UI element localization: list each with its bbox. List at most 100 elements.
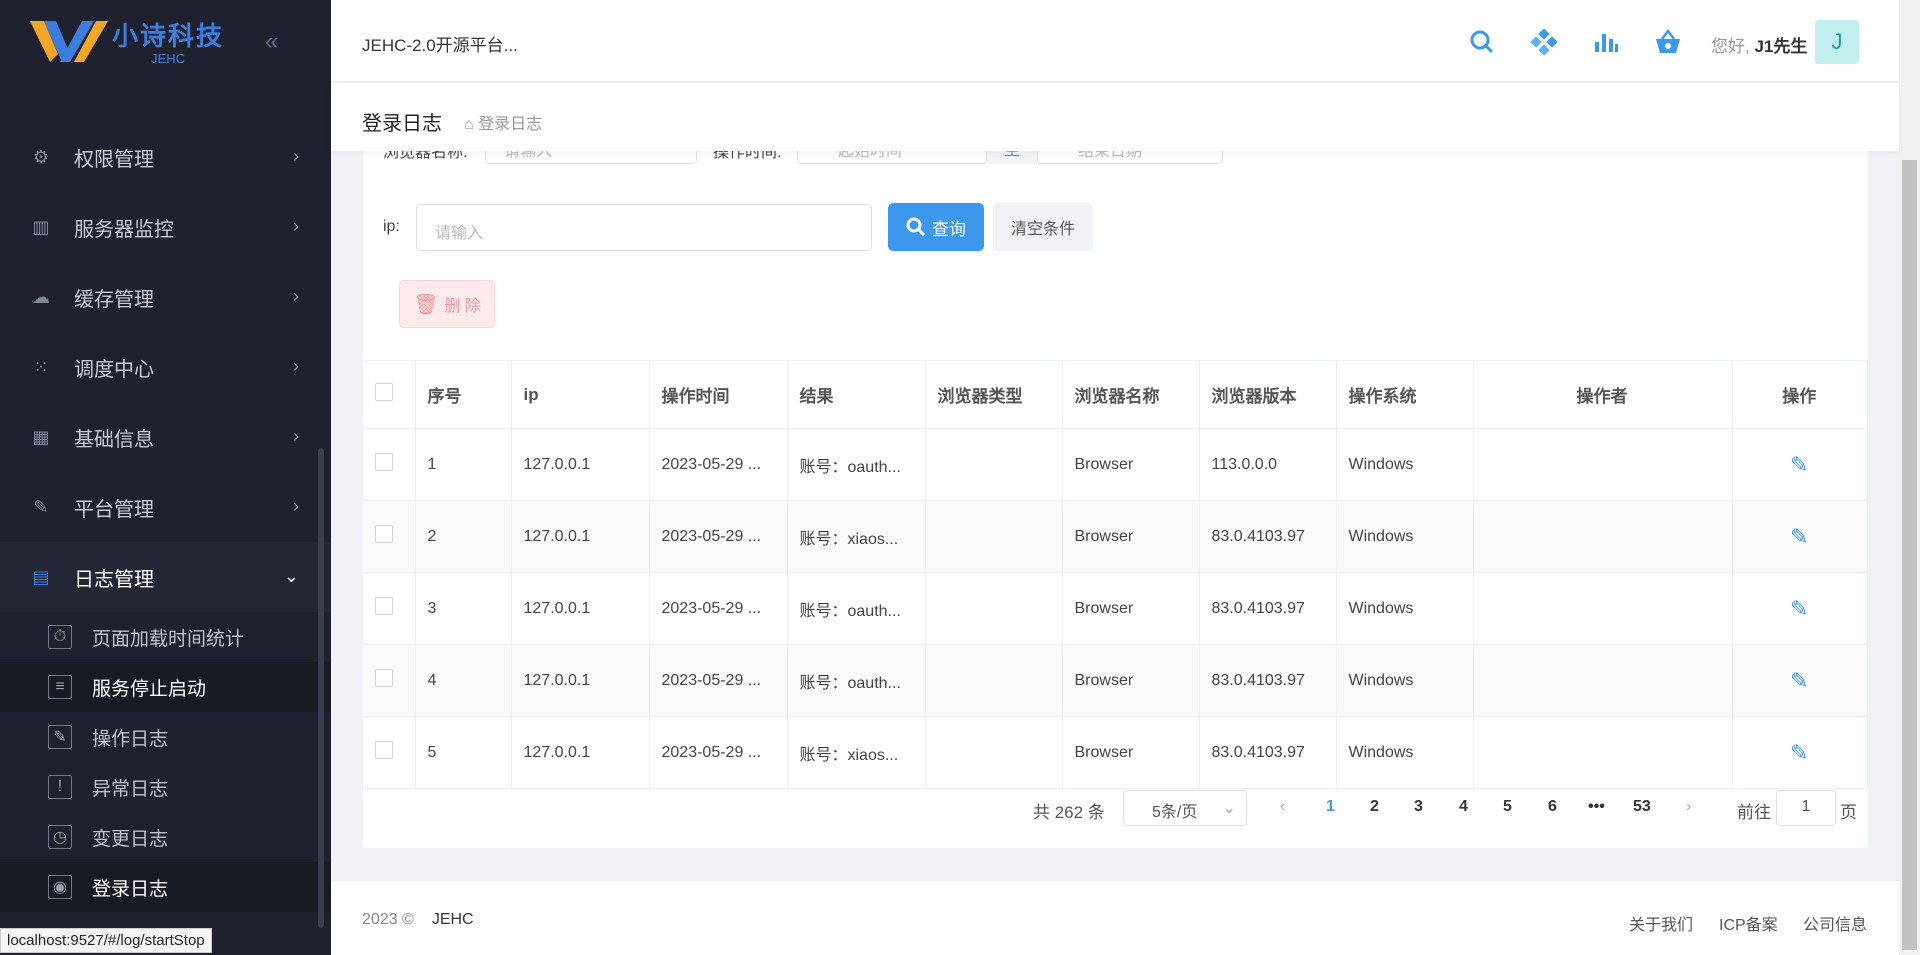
cell-actions: ✎	[1732, 428, 1868, 501]
exclamation-icon: !	[48, 775, 72, 799]
next-page-icon[interactable]: ›	[1686, 798, 1691, 816]
home-icon[interactable]: ⌂	[464, 116, 474, 133]
col-header-operator: 操作者	[1473, 360, 1733, 429]
basket-icon[interactable]	[1651, 25, 1685, 59]
row-checkbox-cell	[363, 428, 416, 501]
sidebar-subitem-login-log[interactable]: ◉ 登录日志	[0, 862, 331, 912]
footer: 2023 © JEHC 关于我们 ICP备案 公司信息	[331, 880, 1899, 955]
edit-icon[interactable]: ✎	[1790, 596, 1808, 621]
ip-input[interactable]: 请输入	[416, 204, 872, 251]
goto-label: 前往	[1737, 803, 1771, 822]
total-count: 共 262 条	[1033, 803, 1105, 822]
top-header: JEHC-2.0开源平台... 您好, J1先生 J	[331, 0, 1920, 82]
page-title: 登录日志	[362, 113, 442, 135]
copyright-year: 2023 ©	[362, 911, 414, 928]
cell-browser-version: 113.0.0.0	[1199, 428, 1337, 501]
query-button-label: 查询	[932, 219, 966, 239]
search-icon	[906, 217, 926, 237]
prev-page-icon[interactable]: ‹	[1280, 798, 1285, 816]
avatar[interactable]: J	[1815, 20, 1859, 64]
col-header-browser-name: 浏览器名称	[1062, 360, 1200, 429]
cell-ip: 127.0.0.1	[511, 572, 650, 645]
page-ellipsis[interactable]: •••	[1588, 798, 1605, 816]
page-number[interactable]: 5	[1503, 798, 1512, 816]
cell-result: 账号：xiaos...	[787, 500, 926, 573]
cell-browser-name: Browser	[1062, 500, 1200, 573]
clipboard-clock-icon: ⏱	[48, 625, 72, 649]
row-checkbox-cell	[363, 716, 416, 789]
cell-ip: 127.0.0.1	[511, 716, 650, 789]
row-checkbox[interactable]	[375, 669, 393, 687]
sidebar-subitem-change-log[interactable]: ◷ 变更日志	[0, 812, 331, 862]
edit-icon[interactable]: ✎	[1790, 524, 1808, 549]
footer-link-about[interactable]: 关于我们	[1629, 911, 1693, 935]
cell-actions: ✎	[1732, 644, 1868, 717]
table-row[interactable]: 5 127.0.0.1 2023-05-29 ... 账号：xiaos... B…	[363, 716, 1868, 789]
sidebar-item-cache[interactable]: ☁ 缓存管理 ›	[0, 262, 331, 332]
page-number[interactable]: 6	[1548, 798, 1557, 816]
page-number[interactable]: 3	[1414, 798, 1423, 816]
sidebar-item-permission[interactable]: ⚙ 权限管理 ›	[0, 122, 331, 192]
sidebar-subitem-label: 变更日志	[92, 828, 169, 850]
page-size-select[interactable]: 5条/页 ⌄	[1123, 790, 1247, 826]
sidebar-subitem-exception-log[interactable]: ! 异常日志	[0, 762, 331, 812]
cell-actions: ✎	[1732, 500, 1868, 573]
delete-button-label: 删 除	[444, 298, 481, 315]
sidebar-subitem-service-start-stop[interactable]: ≡ 服务停止启动	[0, 662, 331, 712]
search-icon[interactable]	[1465, 25, 1499, 59]
edit-icon[interactable]: ✎	[1790, 668, 1808, 693]
sidebar-item-label: 平台管理	[74, 498, 154, 521]
query-button[interactable]: 查询	[888, 203, 984, 251]
row-checkbox[interactable]	[375, 597, 393, 615]
table-row[interactable]: 1 127.0.0.1 2023-05-29 ... 账号：oauth... B…	[363, 428, 1868, 501]
page-number[interactable]: 53	[1633, 798, 1651, 816]
cell-actions: ✎	[1732, 572, 1868, 645]
cell-result: 账号：oauth...	[787, 428, 926, 501]
sidebar-subitem-label: 页面加载时间统计	[92, 628, 245, 650]
sidebar-item-server-monitor[interactable]: ▥ 服务器监控 ›	[0, 192, 331, 262]
row-checkbox[interactable]	[375, 525, 393, 543]
cell-operator	[1473, 500, 1733, 573]
sidebar-subitem-operation-log[interactable]: ✎ 操作日志	[0, 712, 331, 762]
greeting-text: 您好,	[1711, 37, 1750, 56]
breadcrumb-item[interactable]: 登录日志	[478, 116, 542, 133]
edit-icon[interactable]: ✎	[1790, 452, 1808, 477]
chevron-right-icon: ›	[293, 286, 299, 306]
footer-link-company[interactable]: 公司信息	[1803, 911, 1867, 935]
bar-chart-icon: ▥	[32, 216, 50, 237]
table-row[interactable]: 3 127.0.0.1 2023-05-29 ... 账号：oauth... B…	[363, 572, 1868, 645]
sidebar-scrollbar[interactable]	[318, 448, 324, 928]
breadcrumb: ⌂ 登录日志	[464, 110, 542, 134]
footer-link-icp[interactable]: ICP备案	[1719, 911, 1778, 935]
row-checkbox[interactable]	[375, 741, 393, 759]
puzzle-icon[interactable]	[1527, 25, 1561, 59]
sidebar-subitem-page-load[interactable]: ⏱ 页面加载时间统计	[0, 612, 331, 662]
delete-button[interactable]: 🗑 删 除	[399, 280, 495, 328]
edit-icon[interactable]: ✎	[1790, 740, 1808, 765]
login-record-icon: ◉	[48, 875, 72, 899]
clock-icon: ◷	[48, 825, 72, 849]
sidebar-item-scheduler[interactable]: ⁙ 调度中心 ›	[0, 332, 331, 402]
scrollbar-thumb[interactable]	[1902, 160, 1917, 950]
cell-browser-type	[925, 644, 1063, 717]
page-number[interactable]: 1	[1326, 798, 1335, 816]
table-row[interactable]: 4 127.0.0.1 2023-05-29 ... 账号：oauth... B…	[363, 644, 1868, 717]
collapse-sidebar-icon[interactable]: «	[265, 28, 278, 56]
row-checkbox[interactable]	[375, 453, 393, 471]
table-row[interactable]: 2 127.0.0.1 2023-05-29 ... 账号：xiaos... B…	[363, 500, 1868, 573]
main-scrollbar[interactable]	[1899, 0, 1920, 955]
sidebar-item-basic-info[interactable]: ▦ 基础信息 ›	[0, 402, 331, 472]
goto-page-input[interactable]: 1	[1776, 790, 1836, 826]
page-number[interactable]: 2	[1370, 798, 1379, 816]
sidebar-item-platform[interactable]: ✎ 平台管理 ›	[0, 472, 331, 542]
sidebar-subitem-label: 服务停止启动	[92, 678, 207, 700]
page-number[interactable]: 4	[1459, 798, 1468, 816]
sidebar-item-logs[interactable]: ▤ 日志管理 ⌄	[0, 542, 331, 612]
cell-ip: 127.0.0.1	[511, 500, 650, 573]
clear-conditions-button[interactable]: 清空条件	[993, 203, 1093, 251]
chart-icon[interactable]	[1589, 25, 1623, 59]
cell-no: 3	[415, 572, 512, 645]
page-suffix: 页	[1840, 803, 1857, 822]
col-header-browser-version: 浏览器版本	[1199, 360, 1337, 429]
select-all-checkbox[interactable]	[375, 383, 393, 401]
